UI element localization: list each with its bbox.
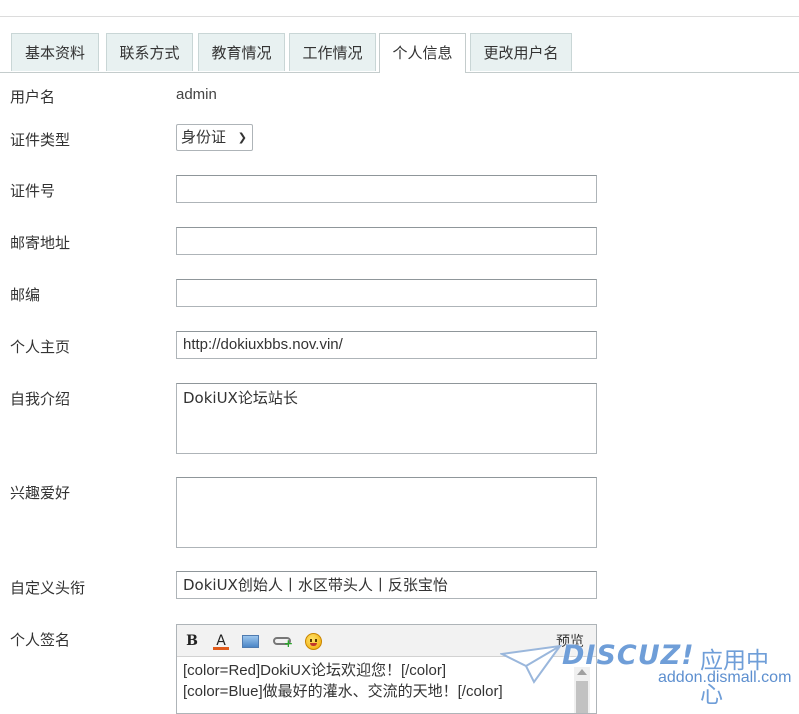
homepage-label: 个人主页: [10, 338, 71, 356]
preview-button[interactable]: 预览: [556, 631, 584, 651]
signature-line: [color=Blue]做最好的灌水、交流的天地！[/color]: [183, 683, 503, 700]
bold-icon[interactable]: B: [182, 631, 202, 651]
signature-textarea[interactable]: [color=Red]DokiUX论坛欢迎您！[/color] [color=B…: [183, 660, 568, 702]
link-icon[interactable]: +: [272, 631, 293, 651]
id-type-select[interactable]: 身份证 ❯: [176, 124, 253, 151]
mail-address-label: 邮寄地址: [10, 234, 71, 252]
zipcode-label: 邮编: [10, 286, 41, 304]
bio-textarea[interactable]: DokiUX论坛站长: [176, 383, 597, 454]
watermark-url: addon.dismall.com: [658, 669, 792, 686]
scroll-up-icon[interactable]: [577, 669, 587, 675]
chevron-down-icon: ❯: [237, 131, 247, 144]
custom-title-label: 自定义头衔: [10, 579, 86, 597]
id-type-label: 证件类型: [10, 131, 71, 149]
bio-label: 自我介绍: [10, 390, 71, 408]
top-divider: [0, 16, 799, 17]
font-color-icon[interactable]: A: [211, 631, 231, 651]
custom-title-input[interactable]: DokiUX创始人丨水区带头人丨反张宝怡: [176, 571, 597, 599]
tab-education[interactable]: 教育情况: [198, 33, 285, 71]
interests-label: 兴趣爱好: [10, 484, 71, 502]
id-number-input[interactable]: [176, 175, 597, 203]
mail-address-input[interactable]: [176, 227, 597, 255]
signature-editor: B A + 预览 [color=Red]DokiUX论坛欢迎您！[/color]…: [176, 624, 597, 714]
interests-textarea[interactable]: [176, 477, 597, 548]
signature-line: [color=Red]DokiUX论坛欢迎您！[/color]: [183, 662, 446, 679]
smiley-icon[interactable]: [303, 631, 323, 651]
signature-label: 个人签名: [10, 631, 71, 649]
tab-basic-info[interactable]: 基本资料: [11, 33, 99, 71]
image-icon[interactable]: [240, 631, 260, 651]
id-type-selected: 身份证: [181, 128, 227, 146]
tab-work[interactable]: 工作情况: [289, 33, 376, 71]
username-label: 用户名: [10, 88, 56, 106]
scroll-thumb[interactable]: [576, 681, 588, 713]
tab-personal-info[interactable]: 个人信息: [379, 33, 466, 73]
tab-change-username[interactable]: 更改用户名: [470, 33, 572, 71]
watermark-cn: 应用中心: [700, 648, 769, 708]
homepage-input[interactable]: http://dokiuxbbs.nov.vin/: [176, 331, 597, 359]
tab-contact[interactable]: 联系方式: [106, 33, 193, 71]
username-value: admin: [176, 86, 217, 103]
editor-toolbar: B A + 预览: [177, 625, 596, 657]
zipcode-input[interactable]: [176, 279, 597, 307]
id-number-label: 证件号: [10, 182, 56, 200]
signature-scrollbar[interactable]: [574, 667, 590, 713]
